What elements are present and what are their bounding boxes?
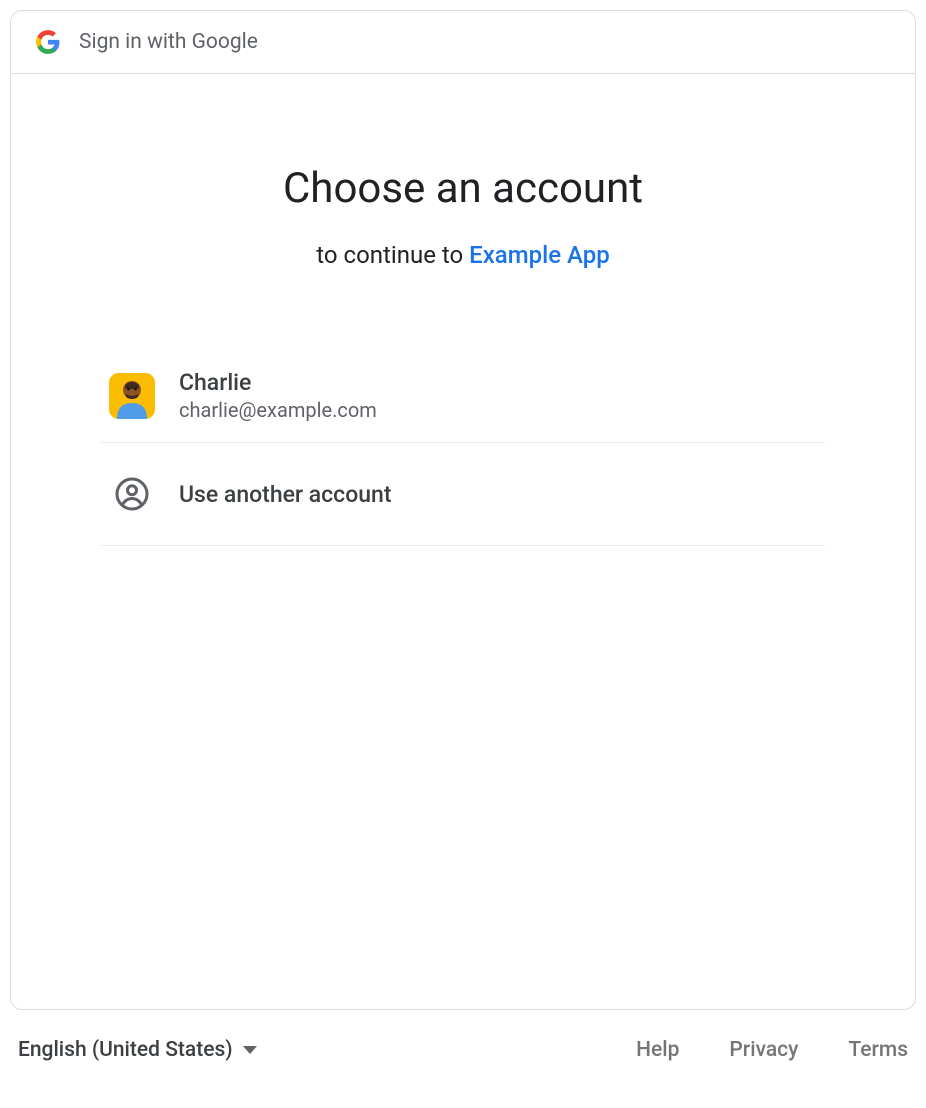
- use-another-account[interactable]: Use another account: [101, 443, 825, 546]
- card-body: Choose an account to continue to Example…: [11, 74, 915, 1009]
- page-title: Choose an account: [101, 164, 825, 213]
- language-selector[interactable]: English (United States): [18, 1038, 257, 1062]
- google-g-icon: [35, 29, 61, 55]
- account-info: Charlie charlie@example.com: [179, 369, 377, 422]
- account-item-charlie[interactable]: Charlie charlie@example.com: [101, 349, 825, 443]
- help-link[interactable]: Help: [636, 1038, 679, 1062]
- use-another-account-label: Use another account: [179, 481, 392, 508]
- card-header: Sign in with Google: [11, 11, 915, 74]
- app-name-link[interactable]: Example App: [469, 241, 610, 269]
- terms-link[interactable]: Terms: [848, 1038, 908, 1062]
- header-label: Sign in with Google: [79, 30, 258, 54]
- footer-links: Help Privacy Terms: [636, 1038, 908, 1062]
- subtitle-prefix: to continue to: [316, 241, 469, 269]
- account-name: Charlie: [179, 369, 377, 396]
- chevron-down-icon: [243, 1046, 257, 1054]
- page-subtitle: to continue to Example App: [101, 241, 825, 269]
- privacy-link[interactable]: Privacy: [729, 1038, 798, 1062]
- avatar: [109, 373, 155, 419]
- account-email: charlie@example.com: [179, 398, 377, 422]
- person-icon: [109, 471, 155, 517]
- language-label: English (United States): [18, 1038, 233, 1062]
- account-list: Charlie charlie@example.com Use another …: [101, 349, 825, 546]
- signin-card: Sign in with Google Choose an account to…: [10, 10, 916, 1010]
- footer: English (United States) Help Privacy Ter…: [10, 1010, 916, 1072]
